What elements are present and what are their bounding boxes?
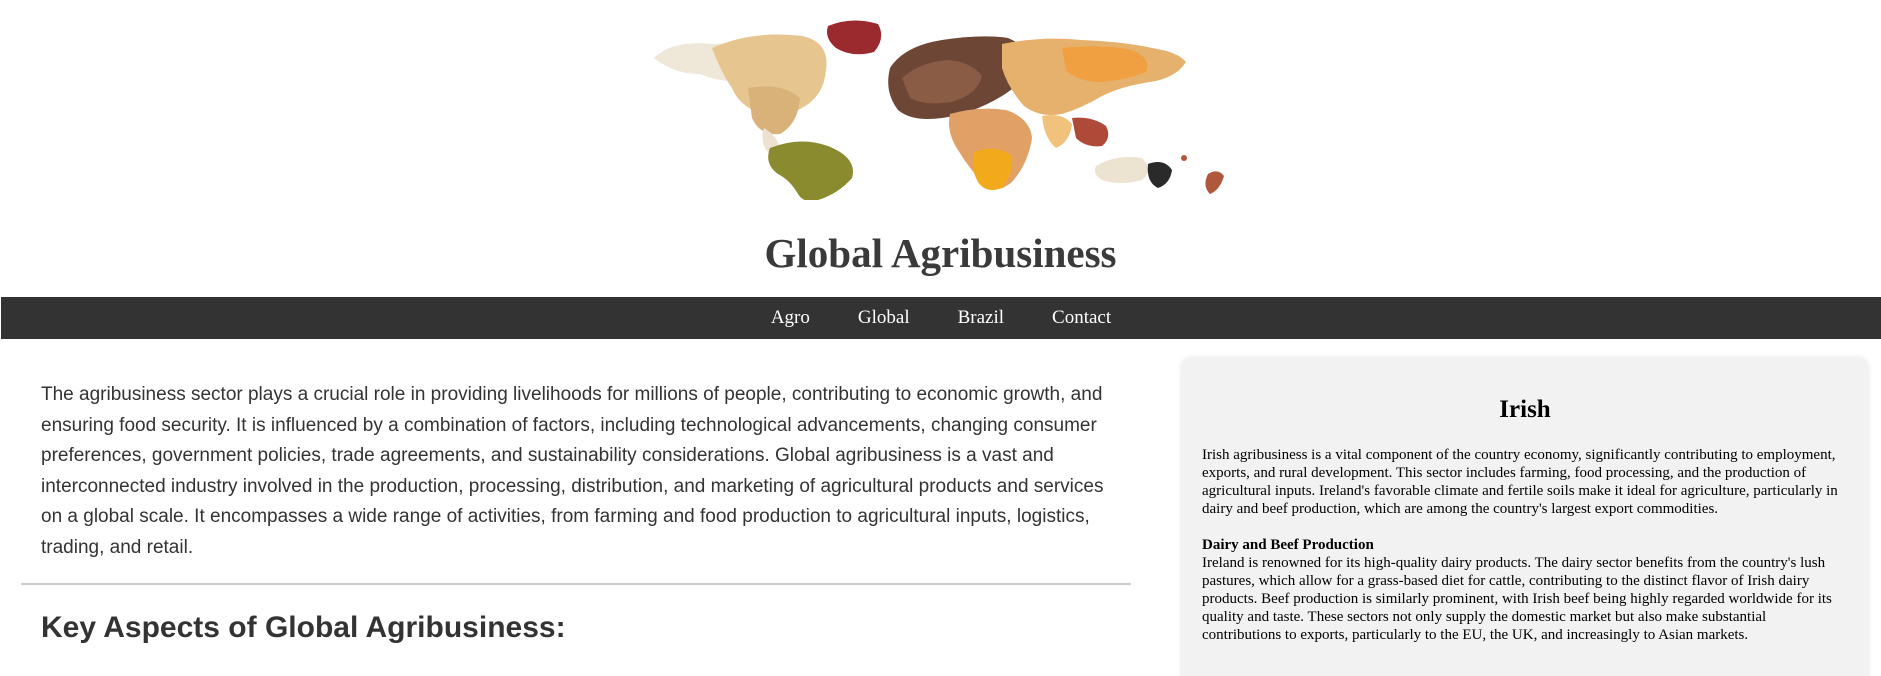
site-header: Global Agribusiness: [0, 0, 1881, 296]
world-map-of-seeds-logo: [654, 20, 1224, 200]
nav-link-brazil[interactable]: Brazil: [958, 307, 1004, 329]
nav-link-agro[interactable]: Agro: [771, 307, 810, 329]
main-navbar: Agro Global Brazil Contact: [1, 297, 1881, 339]
sidebar-title: Irish: [1499, 396, 1551, 423]
section-divider: [21, 583, 1131, 585]
sidebar-section: Dairy and Beef Production Ireland is ren…: [1202, 536, 1848, 644]
sidebar-irish: Irish Irish agribusiness is a vital comp…: [1182, 358, 1868, 676]
sidebar-paragraph-dairy: Ireland is renowned for its high-quality…: [1202, 555, 1832, 643]
sidebar-subheading: Dairy and Beef Production: [1202, 537, 1374, 553]
nav-link-global[interactable]: Global: [858, 307, 910, 329]
nav-link-contact[interactable]: Contact: [1052, 307, 1111, 329]
section-heading: Key Aspects of Global Agribusiness:: [41, 611, 566, 644]
main-content: The agribusiness sector plays a crucial …: [21, 360, 1131, 644]
sidebar-body: Irish agribusiness is a vital component …: [1202, 446, 1848, 662]
site-title: Global Agribusiness: [764, 230, 1117, 276]
sidebar-paragraph: Irish agribusiness is a vital component …: [1202, 447, 1838, 517]
intro-paragraph: The agribusiness sector plays a crucial …: [41, 384, 1104, 558]
